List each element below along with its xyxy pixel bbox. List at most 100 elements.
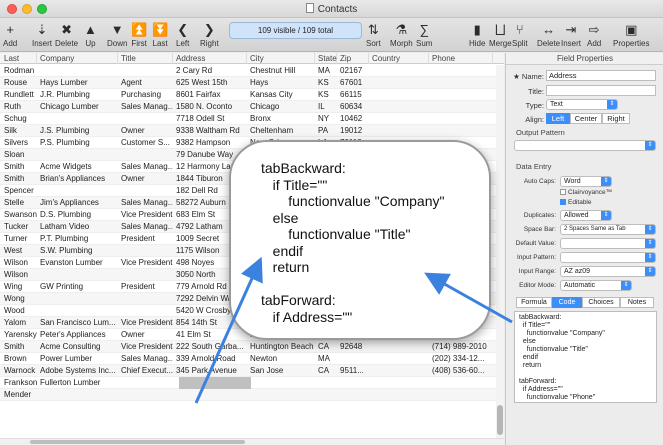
cell-phone[interactable]: (202) 334-12... (429, 353, 493, 365)
type-select[interactable]: Text ⇕ (546, 99, 618, 110)
cell-title[interactable]: Sales Manag... (118, 197, 173, 209)
table-row[interactable]: Warnock Adobe Systems Inc... Chief Execut.… (0, 365, 500, 377)
column-header-title[interactable]: Title (118, 53, 173, 64)
vertical-scrollbar[interactable] (496, 65, 504, 438)
table-row[interactable]: Brown Power Lumber Sales Manag... 339 Arnol… (0, 353, 500, 365)
cell-last[interactable]: Ruth (1, 101, 37, 113)
field-title-input[interactable] (546, 85, 656, 96)
cell-title[interactable]: President (118, 281, 173, 293)
column-header-state[interactable]: State (315, 53, 337, 64)
cell-last[interactable]: Rouse (1, 77, 37, 89)
cell-company[interactable]: J.S. Plumbing (37, 125, 118, 137)
cell-last[interactable]: Rodman (1, 65, 37, 77)
horizontal-scroll-thumb[interactable] (30, 440, 245, 444)
cell-state[interactable]: MA (315, 353, 337, 365)
cell-last[interactable]: Silvers (1, 137, 37, 149)
cell-last[interactable]: Smith (1, 341, 37, 353)
cell-title[interactable]: President (118, 233, 173, 245)
cell-zip[interactable]: 60634 (337, 101, 369, 113)
cell-zip[interactable]: 92648 (337, 341, 369, 353)
column-header-country[interactable]: Country (369, 53, 429, 64)
cell-company[interactable]: D.S. Plumbing (37, 209, 118, 221)
cell-last[interactable]: Yarensky (1, 329, 37, 341)
cell-address[interactable]: 8601 Fairfax (173, 89, 247, 101)
cell-city[interactable]: San Jose (247, 365, 315, 377)
cell-state[interactable]: KS (315, 89, 337, 101)
cell-address[interactable]: 625 West 15th (173, 77, 247, 89)
cell-title[interactable]: Agent (118, 77, 173, 89)
auto-caps-select[interactable]: Word ⇕ (560, 176, 612, 187)
column-header-company[interactable]: Company (37, 53, 118, 64)
cell-company[interactable]: Adobe Systems Inc... (37, 365, 118, 377)
cell-state[interactable]: MA (315, 65, 337, 77)
cell-zip[interactable]: 67601 (337, 77, 369, 89)
cell-last[interactable]: Silk (1, 125, 37, 137)
column-merge-button[interactable]: ⨆ Merge (489, 20, 512, 48)
tab-code[interactable]: Code (552, 297, 582, 308)
cell-last[interactable]: Brown (1, 353, 37, 365)
column-split-button[interactable]: ⑂ Split (512, 20, 528, 48)
cell-phone[interactable]: (408) 536-60... (429, 365, 493, 377)
cell-last[interactable]: Wilson (1, 257, 37, 269)
horizontal-scrollbar[interactable] (0, 438, 504, 445)
cell-company[interactable]: Acme Consulting (37, 341, 118, 353)
cell-company[interactable]: Fullerton Lumber (37, 377, 118, 389)
cell-state[interactable]: PA (315, 125, 337, 137)
cell-company[interactable]: Hays Lumber (37, 77, 118, 89)
table-row[interactable]: Smith Acme Consulting Vice President 222 So… (0, 341, 500, 353)
cell-title[interactable]: Sales Manag... (118, 221, 173, 233)
cell-zip[interactable]: 19012 (337, 125, 369, 137)
cell-address[interactable]: 7718 Odell St (173, 113, 247, 125)
cell-last[interactable]: Sloan (1, 149, 37, 161)
table-row[interactable]: Ruth Chicago Lumber Sales Manag... 1580 N. … (0, 101, 500, 113)
cell-last[interactable]: Schug (1, 113, 37, 125)
cell-address[interactable]: 9382 Hampson (173, 137, 247, 149)
sheet-sort-button[interactable]: ⇅ Sort (366, 20, 381, 48)
cell-company[interactable]: Latham Video (37, 221, 118, 233)
cell-last[interactable]: Smith (1, 161, 37, 173)
column-header-phone[interactable]: Phone (429, 53, 493, 64)
cell-company[interactable]: San Francisco Lum... (37, 317, 118, 329)
tab-choices[interactable]: Choices (582, 297, 620, 308)
cell-company[interactable]: P.T. Plumbing (37, 233, 118, 245)
cell-zip[interactable]: 10462 (337, 113, 369, 125)
cell-zip[interactable]: 66115 (337, 89, 369, 101)
cell-state[interactable]: KS (315, 77, 337, 89)
column-delete-button[interactable]: ↔ Delete (537, 20, 560, 48)
column-insert-button[interactable]: ⇥ Insert (561, 20, 581, 48)
tab-formula[interactable]: Formula (516, 297, 552, 308)
cell-company[interactable]: GW Printing (37, 281, 118, 293)
record-right-button[interactable]: ❯ Right (200, 20, 219, 48)
table-row[interactable]: Silk J.S. Plumbing Owner 9338 Waltham Rd Che… (0, 125, 500, 137)
align-left-button[interactable]: Left (546, 113, 570, 124)
cell-last[interactable]: Frankson (1, 377, 37, 389)
cell-zip[interactable]: 02167 (337, 65, 369, 77)
cell-title[interactable]: Sales Manag... (118, 101, 173, 113)
cell-company[interactable]: Jim's Appliances (37, 197, 118, 209)
record-add-button[interactable]: + Add (3, 20, 17, 48)
cell-last[interactable]: Spencer (1, 185, 37, 197)
cell-zip[interactable]: 9511... (337, 365, 369, 377)
cell-last[interactable]: Warnock (1, 365, 37, 377)
column-hide-button[interactable]: ▮ Hide (469, 20, 485, 48)
column-header-address[interactable]: Address (173, 53, 247, 64)
cell-title[interactable]: Vice President (118, 317, 173, 329)
cell-title[interactable]: Sales Manag... (118, 353, 173, 365)
cell-city[interactable]: Cheltenham (247, 125, 315, 137)
cell-state[interactable]: CA (315, 341, 337, 353)
duplicates-select[interactable]: Allowed ⇕ (560, 210, 612, 221)
record-insert-button[interactable]: ⇣ Insert (32, 20, 52, 48)
cell-title[interactable]: Vice President (118, 341, 173, 353)
input-pattern-select[interactable]: ⇕ (560, 252, 656, 263)
table-row[interactable]: Schug 7718 Odell St Bronx NY 10462 (0, 113, 500, 125)
cell-last[interactable]: Smith (1, 173, 37, 185)
tab-notes[interactable]: Notes (620, 297, 654, 308)
cell-address[interactable]: 222 South Garba... (173, 341, 247, 353)
cell-title[interactable]: Customer S... (118, 137, 173, 149)
code-editor[interactable]: tabBackward: if Title="" functionvalue "… (514, 311, 657, 403)
cell-state[interactable]: IL (315, 101, 337, 113)
column-header-city[interactable]: City (247, 53, 315, 64)
cell-address[interactable]: 41 Elm St (173, 329, 247, 341)
cell-title[interactable]: Owner (118, 125, 173, 137)
cell-title[interactable]: Vice President (118, 209, 173, 221)
